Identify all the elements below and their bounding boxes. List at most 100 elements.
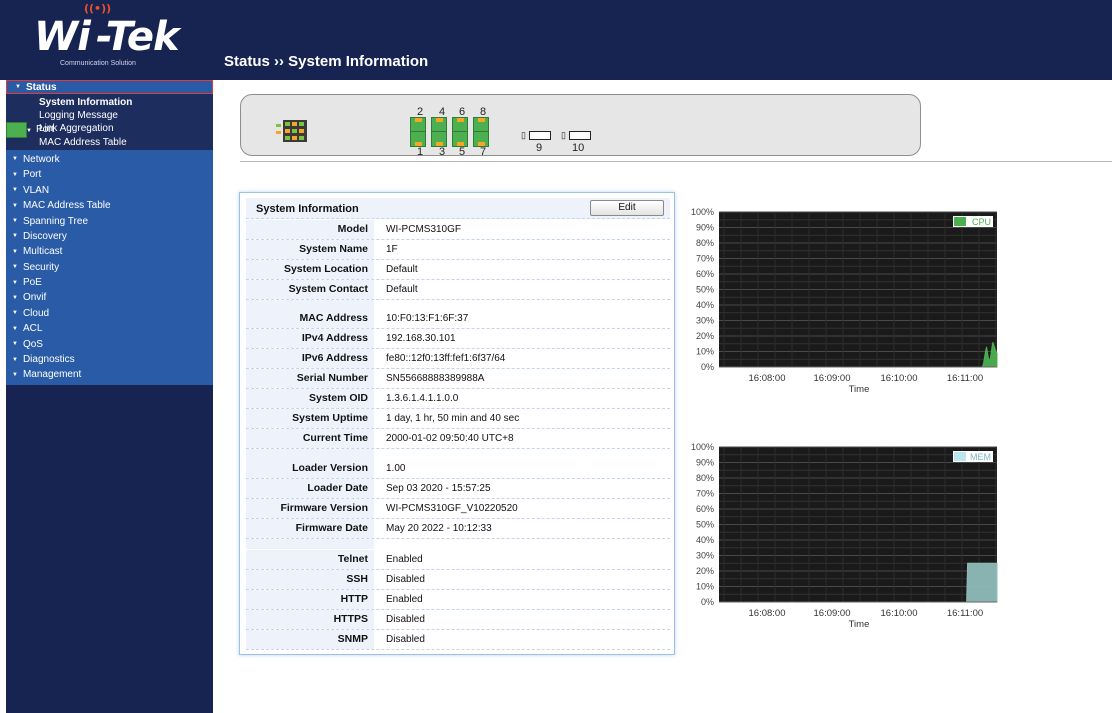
status-submenu: System Information Logging Message ▼ Port… — [6, 94, 213, 150]
sidebar-item-discovery[interactable]: ▼ Discovery — [6, 228, 213, 245]
info-key: System Location — [246, 260, 374, 279]
ethernet-port-1[interactable] — [410, 131, 426, 147]
y-tick-label: 70% — [696, 489, 714, 499]
sidebar-item-multicast[interactable]: ▼ Multicast — [6, 244, 213, 260]
info-row: Firmware Date May 20 2022 - 10:12:33 — [246, 519, 670, 539]
memory-usage-chart: 0% 10% 20% 30% 40% 50% 60% 70% 80% 90% 100% 16:08:0… — [691, 442, 998, 630]
info-key: System Uptime — [246, 409, 374, 428]
sidebar-item-label: Management — [22, 369, 82, 381]
triangle-down-icon: ▼ — [12, 156, 18, 163]
sfp-led-icon: ▯ — [521, 130, 526, 140]
info-value: Enabled — [386, 554, 423, 565]
info-value: 192.168.30.101 — [386, 333, 456, 344]
info-row: Current Time 2000-01-02 09:50:40 UTC+8 — [246, 429, 670, 449]
x-axis-label: Time — [849, 619, 870, 630]
info-row: Loader Version 1.00 — [246, 459, 670, 479]
triangle-down-icon: ▼ — [12, 218, 18, 224]
panel-fine-print: ​ — [345, 120, 375, 124]
logo-wi: Wi — [34, 14, 91, 60]
info-row: Telnet Enabled — [246, 550, 670, 570]
y-tick-label: 90% — [696, 458, 714, 468]
info-key: System Name — [246, 240, 374, 259]
sidebar-item-spanning-tree[interactable]: ▼ Spanning Tree — [6, 213, 213, 229]
sidebar-item-system-information[interactable]: System Information — [6, 96, 213, 109]
triangle-down-icon: ▼ — [12, 341, 18, 348]
sidebar-item-status[interactable]: ▼ Status — [6, 80, 213, 94]
edit-button[interactable]: Edit — [590, 200, 664, 216]
x-tick-label: 16:10:00 — [881, 373, 918, 384]
sidebar-item-diagnostics[interactable]: ▼ Diagnostics — [6, 351, 213, 368]
y-tick-label: 40% — [696, 300, 714, 310]
sidebar-item-label: PoE — [22, 277, 42, 289]
sidebar-item-poe[interactable]: ▼ PoE — [6, 274, 213, 291]
x-tick-label: 16:11:00 — [947, 373, 983, 384]
sidebar-item-mac-address-table[interactable]: ▼ MAC Address Table — [6, 197, 213, 214]
info-row: HTTPS Disabled — [246, 610, 670, 630]
sidebar-item-qos[interactable]: ▼ QoS — [6, 336, 213, 352]
system-led-block — [283, 120, 307, 142]
sidebar-item-acl[interactable]: ▼ ACL — [6, 321, 213, 337]
ethernet-port-3[interactable] — [431, 131, 447, 147]
info-key: HTTPS — [246, 610, 374, 629]
sidebar-item-label: VLAN — [22, 184, 50, 196]
info-row: SSH Disabled — [246, 570, 670, 590]
ethernet-port-5[interactable] — [452, 131, 468, 147]
header-bar: ((•)) Wi -Tek Communication Solution Sta… — [0, 0, 1112, 80]
y-tick-label: 0% — [701, 362, 714, 372]
sidebar-item-label: Network — [22, 153, 60, 165]
info-header: System Information Edit — [246, 198, 670, 219]
page-title: Status ›› System Information — [224, 53, 429, 70]
x-tick-label: 16:09:00 — [814, 373, 851, 384]
ethernet-port-7[interactable] — [473, 131, 489, 147]
sidebar-item-port-group[interactable]: ▼ Port — [6, 122, 54, 139]
info-row: System Uptime 1 day, 1 hr, 50 min and 40 … — [246, 409, 670, 429]
info-row: Loader Date Sep 03 2020 - 15:57:25 — [246, 479, 670, 499]
y-tick-label: 50% — [696, 520, 714, 530]
y-tick-label: 30% — [696, 551, 714, 561]
sfp-led-icon: ▯ — [561, 130, 566, 140]
sidebar-item-network[interactable]: ▼ Network — [6, 151, 213, 168]
sidebar-item-label: Status — [25, 81, 57, 93]
port-number-10: 10 — [572, 142, 585, 154]
row-spacer — [246, 539, 670, 549]
info-row: Model WI-PCMS310GF — [246, 220, 670, 240]
info-title: System Information — [256, 203, 359, 215]
info-value: 1.00 — [386, 463, 406, 474]
y-tick-label: 70% — [696, 254, 714, 264]
port-number-5: 5 — [459, 146, 466, 158]
y-tick-label: 60% — [696, 504, 714, 514]
sidebar-item-onvif[interactable]: ▼ Onvif — [6, 290, 213, 306]
sidebar-item-port[interactable]: ▼ Port — [6, 167, 213, 183]
sidebar-item-management[interactable]: ▼ Management — [6, 367, 213, 383]
x-tick-label: 16:08:00 — [749, 373, 786, 384]
sidebar-item-label: Security — [22, 261, 60, 273]
info-value: Disabled — [386, 614, 425, 625]
info-key: Firmware Date — [246, 519, 374, 538]
triangle-down-icon: ▼ — [12, 310, 18, 317]
logo-tagline: Communication Solution — [60, 60, 136, 67]
y-tick-label: 20% — [696, 331, 714, 341]
sidebar-item-label: Port — [22, 169, 42, 181]
info-key: SSH — [246, 570, 374, 589]
info-value: Default — [386, 284, 418, 295]
y-tick-label: 60% — [696, 269, 714, 279]
sidebar-item-cloud[interactable]: ▼ Cloud — [6, 305, 213, 322]
info-key: Serial Number — [246, 369, 374, 388]
info-row: MAC Address 10:F0:13:F1:6F:37 — [246, 309, 670, 329]
sidebar-item-security[interactable]: ▼ Security — [6, 259, 213, 275]
sidebar-item-logging-message[interactable]: Logging Message — [6, 109, 213, 122]
y-tick-label: 50% — [696, 285, 714, 295]
port-number-9: 9 — [536, 142, 543, 154]
sidebar-item-label: MAC Address Table — [22, 200, 111, 212]
info-key: Telnet — [246, 550, 374, 569]
sidebar-item-label: Spanning Tree — [22, 215, 89, 227]
sfp-port-9[interactable] — [529, 131, 551, 140]
sidebar-item-vlan[interactable]: ▼ VLAN — [6, 182, 213, 198]
chart-legend: CPU — [953, 216, 993, 227]
y-tick-label: 80% — [696, 238, 714, 248]
y-tick-label: 20% — [696, 566, 714, 576]
row-spacer — [246, 300, 670, 309]
sfp-port-10[interactable] — [569, 131, 591, 140]
info-row: System Contact Default — [246, 280, 670, 300]
x-tick-label: 16:09:00 — [814, 608, 851, 619]
